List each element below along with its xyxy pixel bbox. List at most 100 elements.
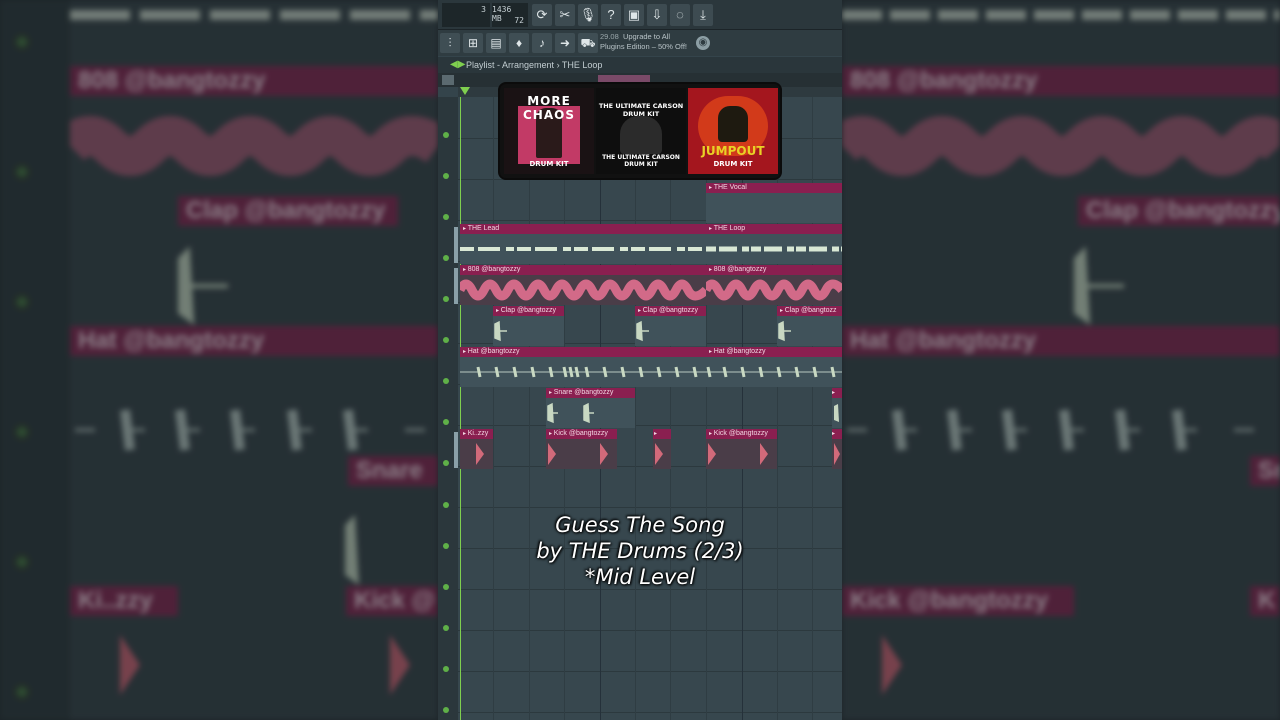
track-dot-icon [14,424,30,440]
help-icon[interactable]: ? [601,4,621,26]
bg-clip-hat: Hat @bangtozzy [70,326,438,356]
clip-snare[interactable] [832,388,842,428]
channel-rack-icon[interactable]: ⊞ [463,33,483,53]
clip-label: THE Lead [460,224,706,234]
waveform-kick [476,443,484,465]
piano-roll-icon[interactable]: ♪ [532,33,552,53]
track-dot-icon [14,164,30,180]
clip-clap[interactable]: Clap @bangtozzy [635,306,706,346]
track-dot-icon[interactable] [443,132,449,138]
clip-label: Ki..zzy [460,429,493,439]
track-dot-icon[interactable] [443,460,449,466]
bg-waveform-clap [178,246,228,326]
clip-label: Kick @bangtozzy [546,429,617,439]
clip-hat[interactable]: Hat @bangtozzy [706,347,842,387]
clip-loop[interactable]: THE Loop [706,224,842,264]
waveform-kick [548,443,608,465]
save-icon[interactable]: ▣ [624,4,644,26]
waveform-kick [655,443,663,465]
file-icon[interactable]: ▤ [486,33,506,53]
cover-subtitle: DRUM KIT [529,160,569,168]
plugin-icon[interactable]: ♦ [509,33,529,53]
track-dot-icon[interactable] [443,666,449,672]
waveform-808 [706,279,842,301]
download-project-icon[interactable]: ⇩ [647,4,667,26]
background-right: 808 @bangtozzy Clap @bangtozzy Hat @bang… [842,0,1280,720]
clip-kick[interactable]: Ki..zzy [460,429,493,469]
cover-subtitle: DRUM KIT [713,160,753,168]
upgrade-promo[interactable]: 29.08 Upgrade to All Plugins Edition – 5… [600,32,687,52]
video-caption: Guess The Song by THE Drums (2/3) *Mid L… [438,512,842,590]
artist-silhouette [718,106,748,142]
clip-kick[interactable]: Kick @bangtozzy [546,429,617,469]
playlist-arrow-icon[interactable]: ◀▶ [450,57,465,73]
clip-808[interactable]: 808 @bangtozzy [706,265,842,305]
clip-kick[interactable]: Kick @bangtozzy [706,429,777,469]
promo-line2: Plugins Edition – 50% Off! [600,42,687,51]
track-dot-icon[interactable] [443,255,449,261]
clip-label: Clap @bangtozzy [635,306,706,316]
polyphony-value: 3 [481,5,486,14]
track-dot-icon[interactable] [443,214,449,220]
mixer-icon[interactable]: ⫶ [440,33,460,53]
clip-label: Snare @bangtozzy [546,388,635,398]
piano-icon[interactable] [442,75,454,85]
cpu-value: 72 [514,16,524,25]
clip-kick[interactable] [653,429,671,469]
clip-hat[interactable]: Hat @bangtozzy [460,347,706,387]
track-dot-icon[interactable] [443,337,449,343]
browser-icon[interactable]: ➜ [555,33,575,53]
clip-label: 808 @bangtozzy [460,265,706,275]
playlist-title: Playlist - Arrangement [466,60,555,70]
waveform-snare [834,404,839,422]
shop-icon[interactable]: ⛟ [578,33,598,53]
playlist-grid[interactable]: THE Vocal THE Lead THE Loop 808 @ [458,97,842,720]
bg-clip-snare: Sn [1250,456,1280,486]
promo-line1: Upgrade to All [622,32,671,41]
clip-vocal[interactable]: THE Vocal [706,183,842,223]
waveform-clap [778,320,791,342]
bg-waveform-top [70,10,438,20]
clip-snare[interactable]: Snare @bangtozzy [546,388,635,428]
caption-line-3: *Mid Level [584,565,696,589]
memory-meter: 1436 MB 72 [492,3,528,27]
secondary-toolbar: ⫶ ⊞ ▤ ♦ ♪ ➜ ⛟ 29.08 Upgrade to All Plugi… [438,30,842,56]
bg-waveform-top [842,10,1280,20]
track-dot-icon [14,294,30,310]
track-dot-icon[interactable] [443,707,449,713]
track-dot-icon[interactable] [443,378,449,384]
refresh-icon[interactable]: ⟳ [532,4,552,26]
bg-clip-clap: Clap @bangtozzy [1078,196,1280,226]
globe-icon[interactable]: ◉ [696,36,710,50]
cover-carson: THE ULTIMATE CARSON DRUM KIT THE ULTIMAT… [596,88,686,174]
clip-lead[interactable]: THE Lead [460,224,706,264]
scissors-icon[interactable]: ✂ [555,4,575,26]
track-dot-icon[interactable] [443,502,449,508]
track-dot-icon[interactable] [443,625,449,631]
clip-808[interactable]: 808 @bangtozzy [460,265,706,305]
clip-clap[interactable]: Clap @bangtozz [777,306,842,346]
bg-clip-clap: Clap @bangtozzy [178,196,398,226]
clip-clap[interactable]: Clap @bangtozzy [493,306,564,346]
waveform-clap [636,320,649,342]
pattern-name[interactable]: THE Loop [562,60,603,70]
background-left: 808 @bangtozzy Clap @bangtozzy Hat @bang… [0,0,438,720]
clip-kick[interactable] [832,429,842,469]
microphone-icon[interactable]: 🎙 [578,4,598,26]
clip-label: Clap @bangtozz [777,306,842,316]
track-dot-icon[interactable] [443,419,449,425]
breadcrumb-separator: › [556,60,560,70]
download-icon[interactable]: ⤓ [693,4,713,26]
caption-line-2: by THE Drums (2/3) [536,539,744,563]
bg-clip-808: 808 @bangtozzy [70,66,438,96]
chat-icon[interactable]: ◌ [670,4,690,26]
track-dot-icon[interactable] [443,173,449,179]
waveform-808 [460,279,706,301]
track-dot-icon[interactable] [443,296,449,302]
bg-clip-kick-short: Ki..zzy [70,586,178,616]
clip-label: THE Loop [706,224,842,234]
waveform-kick [708,443,768,465]
playhead-marker-icon[interactable] [460,87,470,95]
bg-waveform-808 [842,116,1280,176]
bg-waveform-hat [847,409,1254,451]
